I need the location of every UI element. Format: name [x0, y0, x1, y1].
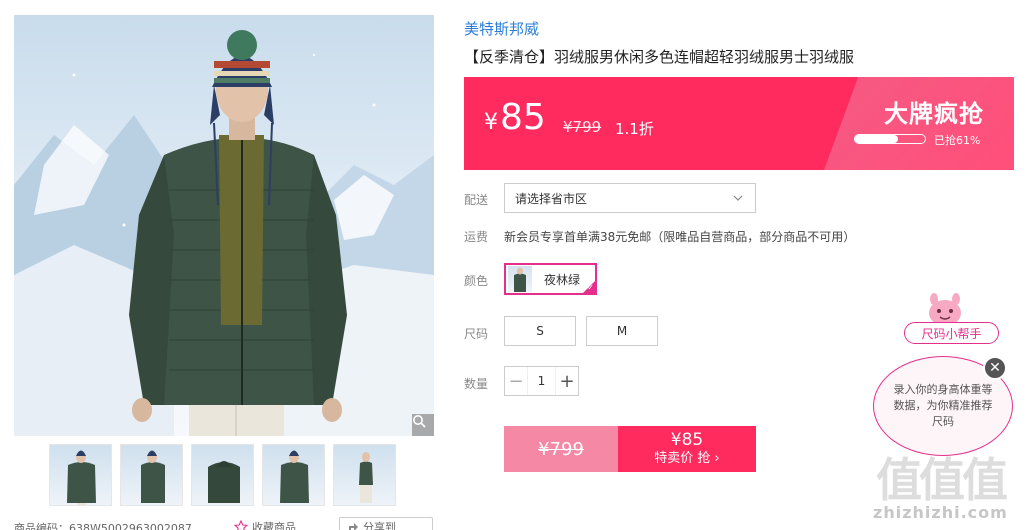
thumbnail-3[interactable]	[191, 444, 254, 506]
buy-now-button[interactable]: ¥85 特卖价 抢 ›	[618, 426, 756, 472]
star-icon	[234, 520, 248, 530]
color-option-selected[interactable]: 夜林绿 ✓	[504, 263, 597, 295]
size-option-m[interactable]: M	[586, 316, 658, 346]
color-swatch-image	[508, 266, 532, 292]
thumbnail-2[interactable]	[120, 444, 183, 506]
watermark-url: zhizhizhi.com	[873, 503, 1008, 522]
size-helper-button[interactable]: 尺码小帮手	[904, 322, 999, 344]
price-value: 85	[500, 97, 546, 138]
region-select[interactable]: 请选择省市区	[504, 183, 756, 213]
freight-label: 运费	[464, 230, 489, 244]
thumbnail-4[interactable]	[262, 444, 325, 506]
check-icon: ✓	[587, 283, 594, 292]
promo-title: 大牌疯抢	[884, 100, 984, 128]
zoom-button[interactable]	[412, 414, 434, 436]
brand-link[interactable]: 美特斯邦威	[464, 18, 539, 39]
watermark-logo: 值值值	[876, 453, 1008, 507]
color-option-label: 夜林绿	[544, 272, 581, 287]
size-label: 尺码	[464, 327, 489, 341]
sold-progress-bar	[854, 134, 926, 144]
thumbnail-strip	[49, 444, 396, 506]
region-select-value: 请选择省市区	[515, 191, 588, 206]
sold-percent-text: 已抢61%	[934, 134, 981, 147]
share-label: 分享到	[363, 521, 396, 530]
share-dropdown[interactable]: 分享到	[339, 517, 433, 530]
swatch-illustration	[514, 267, 526, 292]
size-option-s[interactable]: S	[504, 316, 576, 346]
favorite-label: 收藏商品	[252, 521, 296, 530]
thumbnail-image	[67, 450, 96, 505]
chevron-down-icon	[733, 195, 743, 201]
size-helper-text: 录入你的身高体重等数据，为你精准推荐尺码	[893, 383, 993, 428]
favorite-button[interactable]: 收藏商品	[234, 519, 296, 530]
shipping-label: 配送	[464, 193, 489, 207]
sold-progress-fill	[855, 135, 898, 143]
close-icon[interactable]: ✕	[983, 356, 1007, 380]
quantity-value[interactable]: 1	[527, 367, 556, 395]
quantity-minus-button[interactable]: −	[505, 367, 527, 395]
thumbnail-image	[359, 452, 373, 503]
color-label: 颜色	[464, 274, 489, 288]
thumbnail-image	[208, 461, 240, 503]
original-price-button[interactable]: ¥799	[504, 426, 618, 472]
freight-text: 新会员专享首单满38元免邮（限唯品自营商品，部分商品不可用）	[504, 230, 856, 244]
buy-special-price: ¥85	[670, 430, 704, 450]
product-title: 【反季清仓】羽绒服男休闲多色连帽超轻羽绒服男士羽绒服	[464, 48, 855, 66]
thumbnail-5[interactable]	[333, 444, 396, 506]
thumbnail-image	[280, 450, 309, 503]
quantity-stepper: − 1 +	[504, 366, 579, 396]
discount-rate: 1.1折	[615, 120, 654, 138]
quantity-label: 数量	[464, 377, 489, 391]
share-icon	[349, 522, 358, 530]
original-price: ¥799	[563, 118, 602, 136]
buy-button-group: ¥799 ¥85 特卖价 抢 ›	[504, 426, 756, 472]
product-meta-row: 商品编码：638W5002963002087 收藏商品 分享到	[14, 517, 444, 530]
product-photo-illustration	[14, 30, 434, 436]
thumbnail-image	[141, 450, 165, 503]
magnifier-icon	[413, 415, 426, 428]
main-product-image[interactable]	[14, 15, 434, 436]
currency-symbol: ¥	[484, 110, 498, 135]
quantity-plus-button[interactable]: +	[556, 367, 578, 395]
current-price: ¥ 85	[484, 97, 546, 138]
thumbnail-1[interactable]	[49, 444, 112, 506]
buy-special-label: 特卖价 抢 ›	[654, 451, 720, 466]
price-banner: ¥ 85 ¥799 1.1折 大牌疯抢 已抢61%	[464, 77, 1014, 170]
product-code: 商品编码：638W5002963002087	[14, 522, 192, 530]
